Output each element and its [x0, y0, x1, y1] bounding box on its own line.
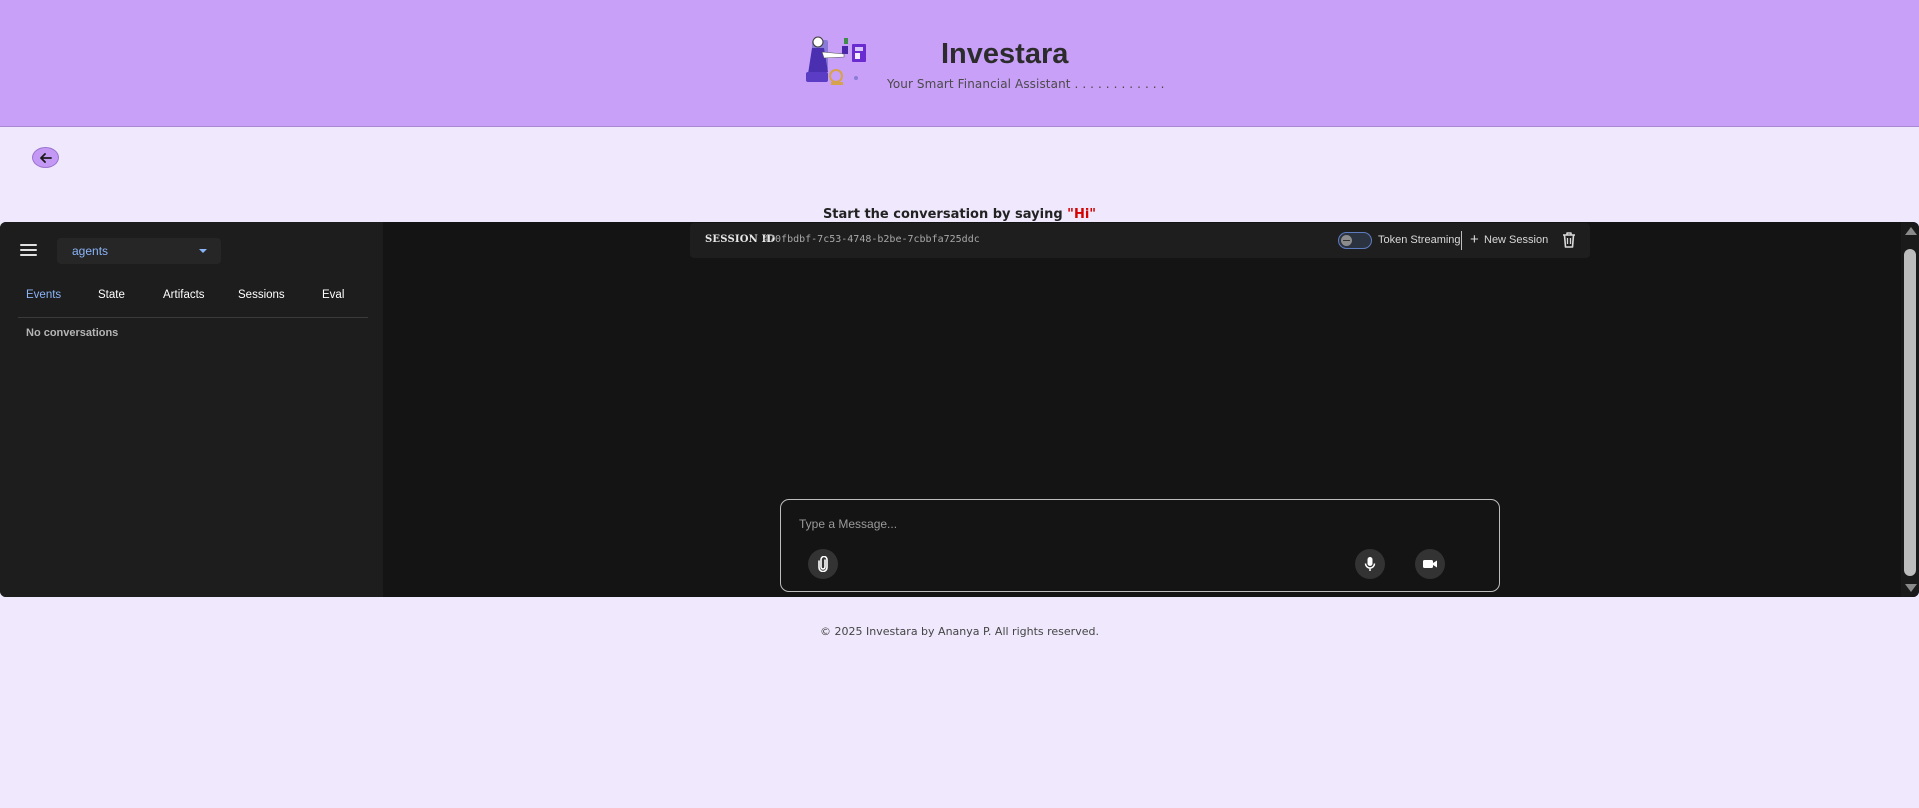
- video-camera-icon: [1423, 560, 1437, 568]
- sidebar: agents Events State Artifacts Sessions E…: [0, 222, 383, 597]
- scroll-up-arrow-icon[interactable]: [1905, 227, 1917, 235]
- caret-down-icon: [199, 249, 207, 253]
- scroll-thumb[interactable]: [1904, 249, 1916, 576]
- start-prompt: Start the conversation by saying "Hi": [0, 207, 1919, 222]
- tab-sessions[interactable]: Sessions: [238, 289, 285, 301]
- app-subtitle: Your Smart Financial Assistant . . . . .…: [887, 77, 1165, 91]
- arrow-left-icon: [39, 152, 52, 163]
- chat-app-panel: agents Events State Artifacts Sessions E…: [0, 222, 1919, 597]
- investor-illustration-icon: [806, 36, 866, 85]
- app-title: Investara: [941, 38, 1069, 70]
- plus-icon: +: [1470, 231, 1479, 248]
- session-id-value: 470fbdbf-7c53-4748-b2be-7cbbfa725ddc: [763, 234, 980, 245]
- start-prompt-highlight: "Hi": [1067, 207, 1097, 222]
- session-bar: SESSION ID 470fbdbf-7c53-4748-b2be-7cbbf…: [690, 223, 1590, 258]
- trash-icon[interactable]: [1561, 231, 1577, 249]
- hamburger-menu-icon[interactable]: [20, 244, 37, 258]
- token-streaming-label: Token Streaming: [1378, 234, 1461, 246]
- app-header: Investara Your Smart Financial Assistant…: [0, 0, 1919, 127]
- message-input[interactable]: [799, 514, 1479, 534]
- paperclip-icon: [818, 556, 828, 572]
- agent-select[interactable]: agents: [57, 238, 221, 264]
- vertical-scrollbar[interactable]: [1901, 222, 1919, 597]
- tab-state[interactable]: State: [98, 289, 125, 301]
- agent-select-value: agents: [72, 244, 109, 258]
- token-streaming-toggle[interactable]: [1338, 232, 1372, 249]
- microphone-button[interactable]: [1355, 549, 1385, 579]
- divider: [1461, 231, 1462, 250]
- back-button[interactable]: [32, 147, 59, 168]
- message-composer: [780, 499, 1500, 592]
- start-prompt-text: Start the conversation by saying: [822, 207, 1068, 222]
- new-session-label: New Session: [1484, 234, 1549, 246]
- attach-button[interactable]: [808, 549, 838, 579]
- tab-artifacts[interactable]: Artifacts: [163, 289, 205, 301]
- microphone-icon: [1364, 557, 1376, 571]
- tab-eval[interactable]: Eval: [322, 289, 344, 301]
- empty-state-text: No conversations: [26, 327, 119, 339]
- footer-copyright: © 2025 Investara by Ananya P. All rights…: [820, 625, 1099, 638]
- sidebar-tabs: Events State Artifacts Sessions Eval: [18, 282, 368, 318]
- tab-events[interactable]: Events: [26, 289, 61, 301]
- scroll-down-arrow-icon[interactable]: [1905, 584, 1917, 592]
- toggle-knob: [1341, 235, 1352, 246]
- video-button[interactable]: [1415, 549, 1445, 579]
